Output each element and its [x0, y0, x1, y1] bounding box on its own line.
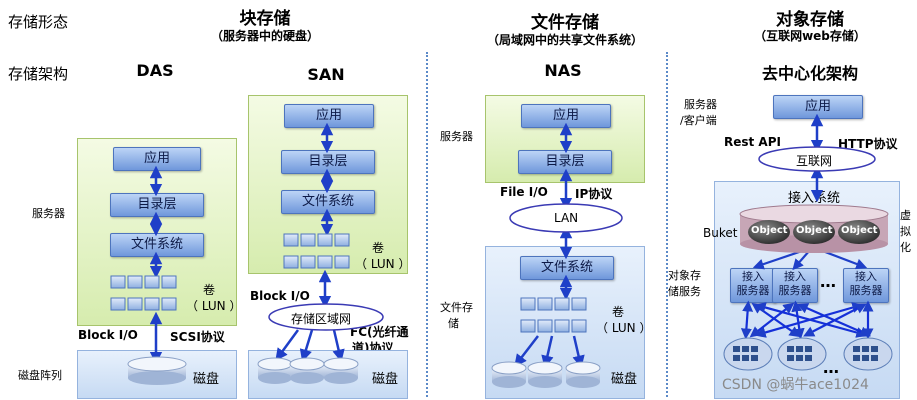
- san-arrows: [318, 122, 334, 309]
- object-disk-group-2: [777, 337, 827, 371]
- nas-disks: [491, 361, 601, 388]
- object-label-1: Object: [751, 225, 788, 236]
- nas-disk-arrows: [514, 335, 585, 369]
- internet-label: 互联网: [796, 154, 833, 168]
- san-volume-cubes: [283, 233, 350, 269]
- das-volume-cubes: [110, 275, 177, 311]
- san-network-arrows: [275, 329, 345, 363]
- nas-volume-cubes: [520, 297, 587, 333]
- das-disk: [127, 356, 187, 385]
- san-disks: [257, 357, 359, 384]
- watermark: CSDN @蜗牛ace1024: [722, 377, 869, 393]
- object-disk-group-1: [723, 337, 773, 371]
- object-label-3: Object: [841, 225, 878, 236]
- san-network-label: 存储区域网: [291, 312, 352, 326]
- nas-lan-label: LAN: [554, 211, 579, 225]
- object-disk-group-3: [843, 337, 893, 371]
- object-mesh-arrows: [740, 300, 874, 340]
- object-label-2: Object: [796, 225, 833, 236]
- diagram-graphics: [110, 113, 893, 388]
